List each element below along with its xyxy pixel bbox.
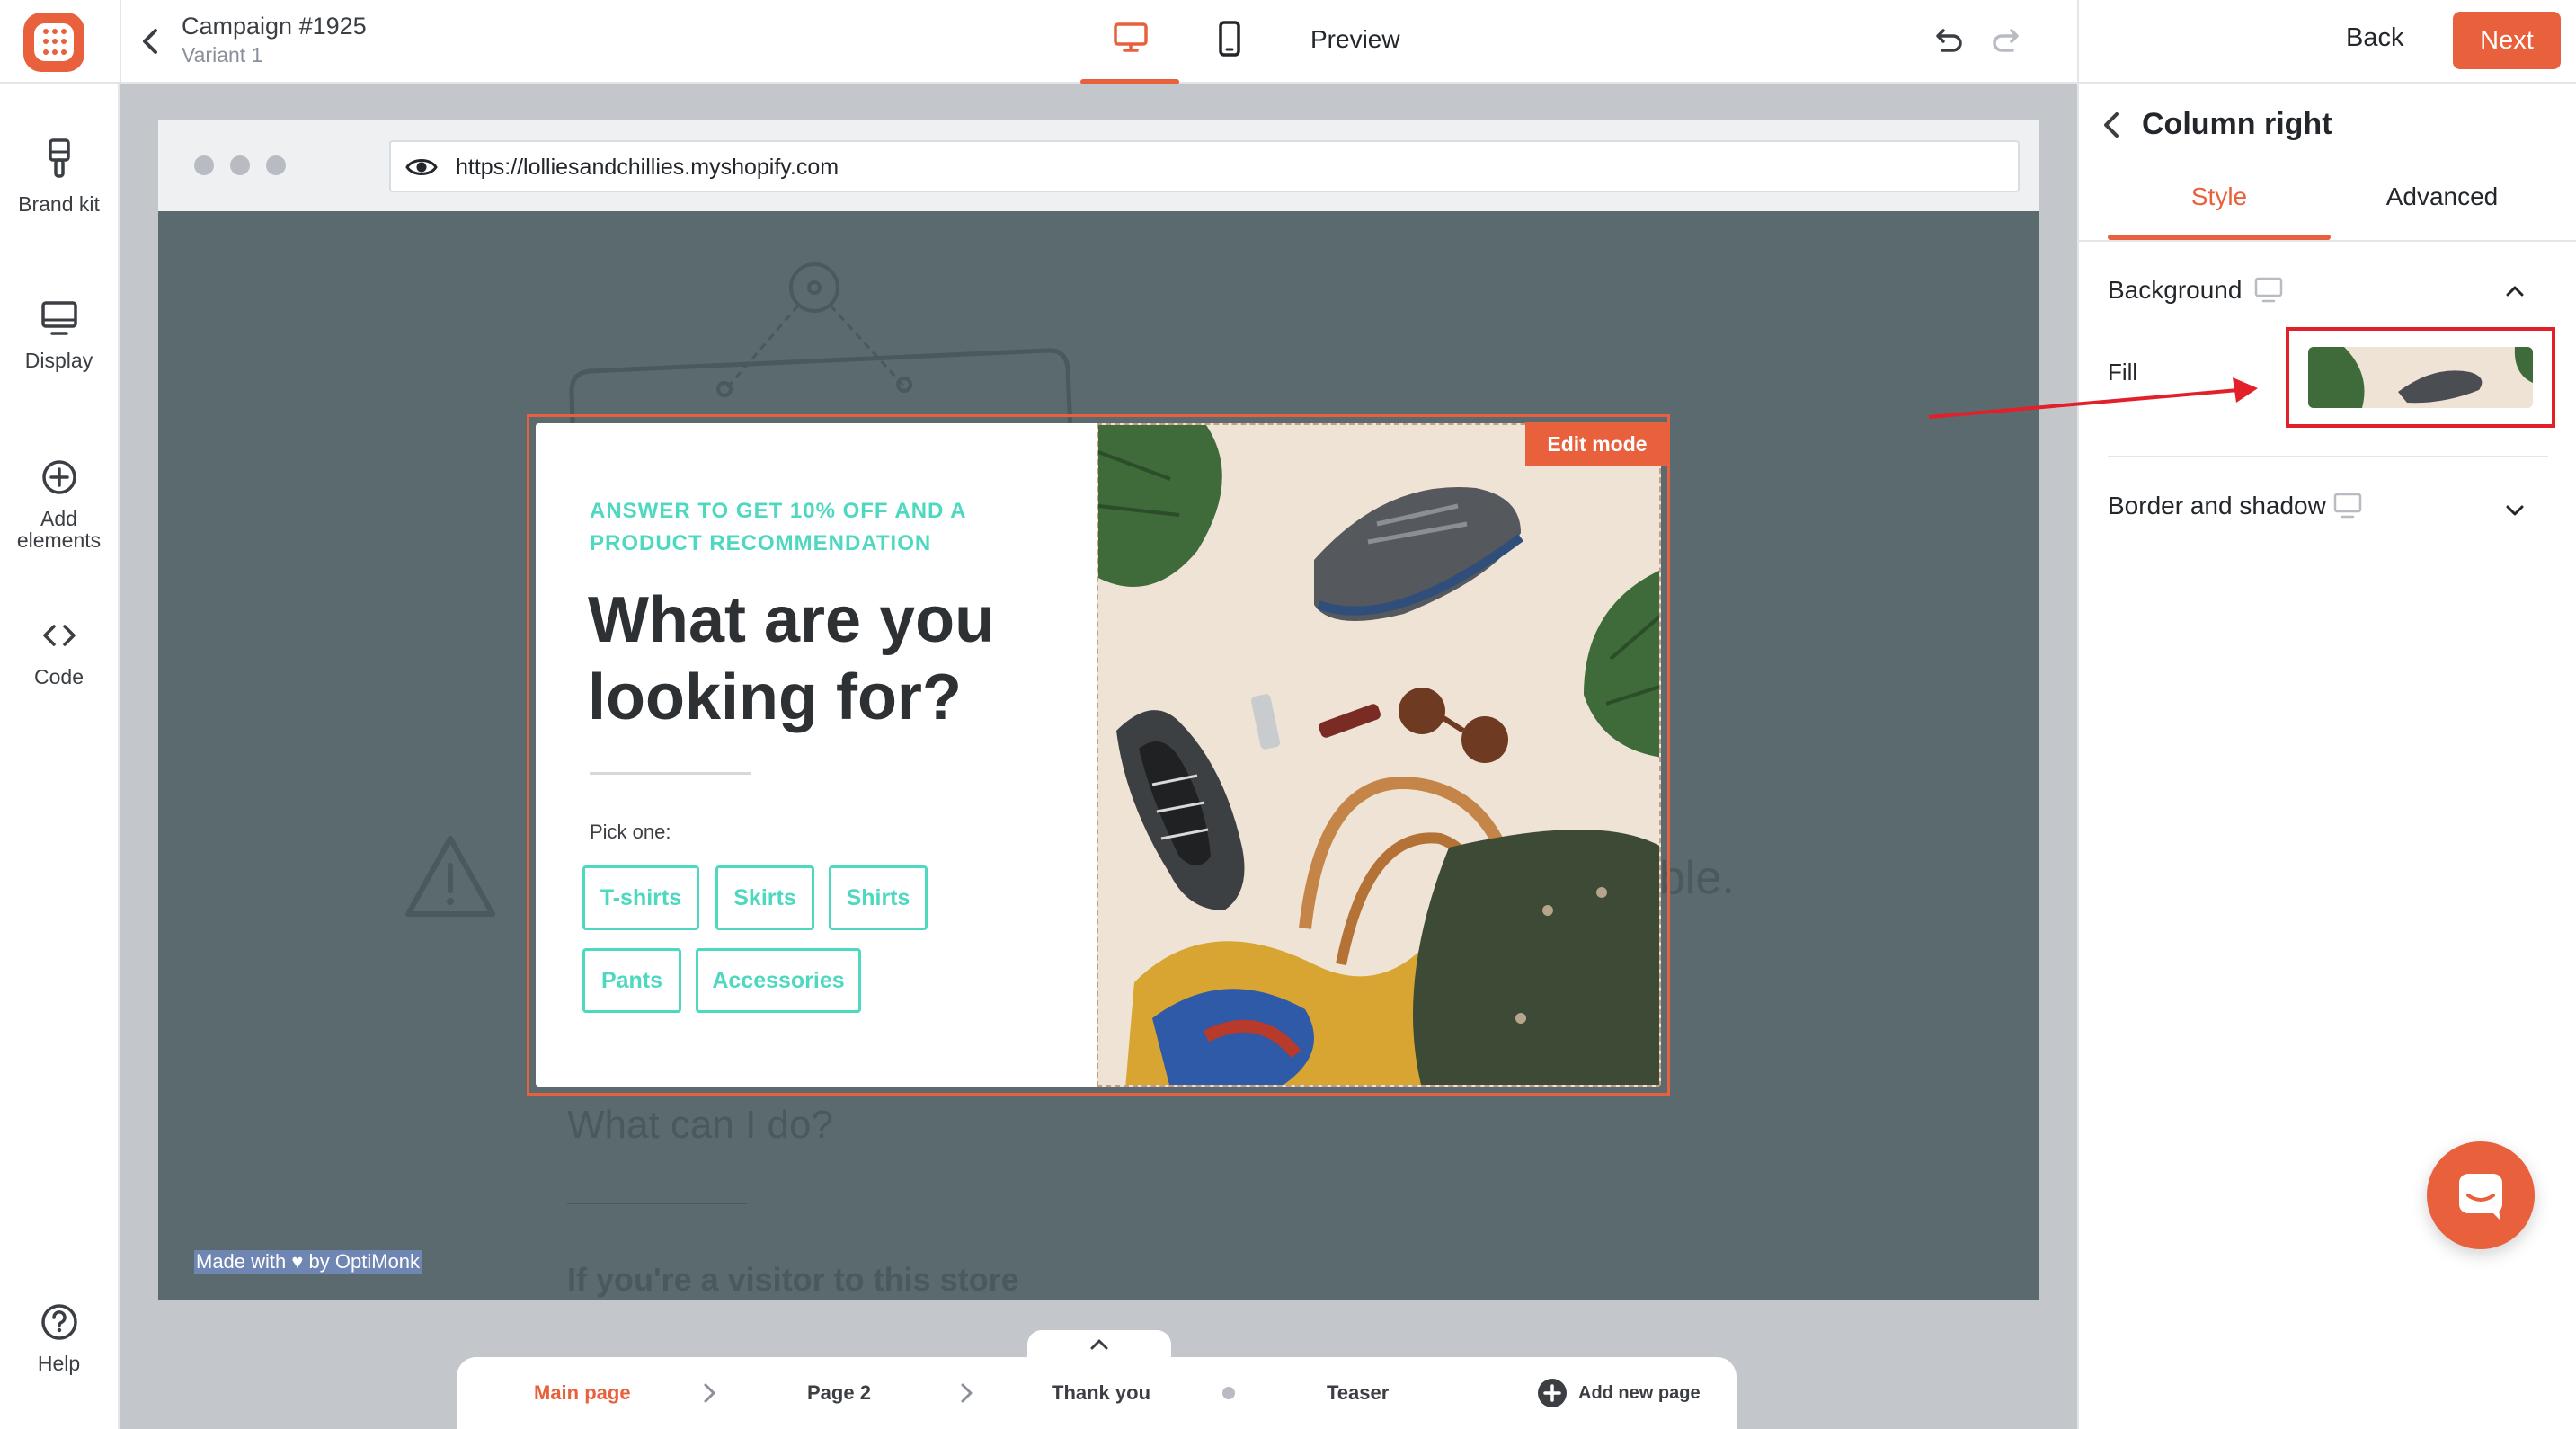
annotation-highlight-box: [2286, 327, 2555, 428]
mobile-view-button[interactable]: [1182, 13, 1281, 83]
preview-button[interactable]: Preview: [1310, 25, 1400, 54]
sidebar-item-label: Display: [24, 349, 93, 372]
variant-label: Variant 1: [182, 43, 263, 67]
plus-circle-icon: [41, 460, 76, 494]
popup: ANSWER TO GET 10% OFF AND A PRODUCT RECO…: [536, 423, 1661, 1087]
sidebar-item-display[interactable]: Display: [0, 299, 118, 371]
page-tab-page-2[interactable]: Page 2: [807, 1357, 871, 1429]
page-navigator: Main page Page 2 Thank you Teaser Add ne…: [457, 1357, 1737, 1429]
option-chip-skirts[interactable]: Skirts: [715, 865, 814, 930]
popup-eyebrow: ANSWER TO GET 10% OFF AND A PRODUCT RECO…: [590, 499, 966, 555]
chevron-down-icon[interactable]: [2501, 497, 2528, 524]
panel-title: Column right: [2142, 107, 2332, 141]
sidebar-item-label: Code: [34, 665, 84, 688]
option-chip-pants[interactable]: Pants: [582, 948, 681, 1013]
chevron-up-icon[interactable]: [2501, 278, 2528, 305]
add-new-page-label: Add new page: [1578, 1382, 1701, 1403]
top-bar: Campaign #1925 Variant 1 Preview Back Ne…: [0, 0, 2576, 84]
edit-mode-badge: Edit mode: [1525, 422, 1669, 466]
desktop-device-icon: [2333, 493, 2362, 519]
option-chip-tshirts[interactable]: T-shirts: [582, 865, 699, 930]
section-divider: [2108, 456, 2548, 457]
url-text: https://lolliesandchillies.myshopify.com: [456, 155, 839, 180]
header-divider: [120, 0, 121, 84]
background-divider: [567, 1203, 747, 1204]
left-sidebar: Brand kit Display Add elements Code Help: [0, 84, 120, 1429]
sidebar-item-help[interactable]: Help: [0, 1302, 118, 1374]
flatlay-product-image: [1098, 425, 1659, 1085]
sidebar-item-add-elements[interactable]: Add elements: [0, 457, 118, 551]
chevron-right-icon: [704, 1383, 715, 1403]
background-text: ble.: [1659, 852, 1735, 904]
desktop-icon: [1114, 22, 1148, 52]
add-new-page-button[interactable]: Add new page: [1537, 1357, 1701, 1429]
back-chevron-icon[interactable]: [137, 23, 164, 59]
window-dot: [266, 155, 286, 175]
help-label: Help: [37, 1352, 81, 1375]
pick-label: Pick one:: [590, 821, 671, 843]
page-separator-dot: [1222, 1387, 1235, 1399]
window-dot: [230, 155, 250, 175]
background-heading: What can I do?: [567, 1103, 833, 1147]
page-tab-thank-you[interactable]: Thank you: [1052, 1357, 1150, 1429]
campaign-title: Campaign #1925: [182, 13, 367, 40]
browser-address-bar: https://lolliesandchillies.myshopify.com: [158, 120, 2039, 211]
option-chip-accessories[interactable]: Accessories: [696, 948, 861, 1013]
page-tab-teaser[interactable]: Teaser: [1327, 1357, 1389, 1429]
url-field[interactable]: https://lolliesandchillies.myshopify.com: [389, 140, 2020, 192]
header-divider-right: [2077, 0, 2079, 84]
desktop-device-icon: [2254, 277, 2283, 303]
background-section-label[interactable]: Background: [2108, 276, 2242, 305]
chat-icon: [2459, 1174, 2502, 1220]
sidebar-item-code[interactable]: Code: [0, 616, 118, 688]
eye-icon: [405, 159, 438, 175]
sidebar-item-label: Add elements: [16, 507, 102, 552]
annotation-arrow: [1928, 377, 2258, 419]
warning-icon: [405, 836, 495, 917]
column-right-image[interactable]: [1097, 423, 1661, 1087]
option-chip-shirts[interactable]: Shirts: [829, 865, 928, 930]
background-subheading: If you're a visitor to this store: [567, 1261, 1019, 1298]
undo-icon[interactable]: [1930, 23, 1966, 59]
tab-style[interactable]: Style: [2108, 182, 2331, 224]
mobile-icon: [1219, 21, 1240, 57]
desktop-view-button[interactable]: [1080, 13, 1179, 84]
chevron-up-icon: [1090, 1339, 1108, 1350]
tab-advanced[interactable]: Advanced: [2331, 182, 2554, 224]
panel-back-chevron-icon[interactable]: [2099, 109, 2124, 141]
back-button[interactable]: Back: [2346, 23, 2403, 53]
support-chat-button[interactable]: [2427, 1141, 2535, 1249]
tab-divider: [2079, 240, 2576, 242]
column-left[interactable]: ANSWER TO GET 10% OFF AND A PRODUCT RECO…: [536, 423, 1097, 1087]
border-shadow-section-label[interactable]: Border and shadow: [2108, 492, 2326, 520]
optimonk-logo[interactable]: [23, 13, 84, 72]
help-icon: [40, 1304, 77, 1340]
popup-headline: What are you looking for?: [588, 584, 995, 733]
monitor-icon: [40, 301, 77, 335]
chevron-right-icon: [961, 1383, 973, 1403]
window-dot: [194, 155, 214, 175]
sidebar-item-brand-kit[interactable]: Brand kit: [0, 138, 118, 215]
redo-icon[interactable]: [1989, 23, 2025, 59]
next-button[interactable]: Next: [2453, 12, 2561, 69]
sidebar-item-label: Brand kit: [18, 192, 100, 216]
page-tab-main[interactable]: Main page: [534, 1357, 631, 1429]
code-icon: [42, 625, 76, 646]
paint-brush-icon: [48, 138, 70, 178]
made-with-optimonk-link[interactable]: Made with ♥ by OptiMonk: [194, 1250, 422, 1274]
add-circle-icon: [1538, 1379, 1567, 1407]
popup-divider: [590, 772, 751, 775]
logo-dots: [43, 29, 67, 56]
